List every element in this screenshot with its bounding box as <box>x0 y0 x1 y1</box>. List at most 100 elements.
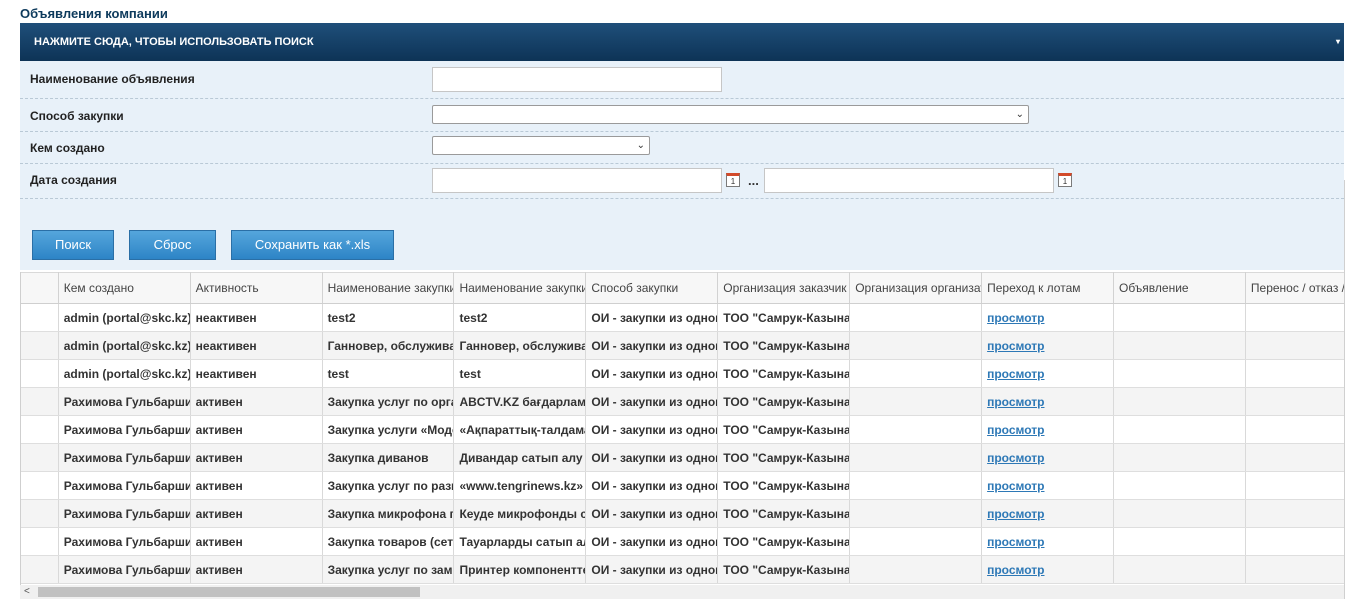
date-to-input[interactable] <box>764 168 1054 193</box>
name-input[interactable] <box>432 67 722 92</box>
table-cell: ТОО "Самрук-Казына Контракт" <box>717 527 851 556</box>
form-row-method: Способ закупки ⌄ <box>20 99 1344 132</box>
table-cell <box>1245 443 1344 472</box>
table-cell: неактивен <box>190 331 323 360</box>
view-lots-link[interactable]: просмотр <box>987 339 1044 353</box>
table-cell: Рахимова Гульбаршин <box>58 499 191 528</box>
column-header[interactable]: Способ закупки <box>585 272 719 304</box>
table-cell: Дивандар сатып алу <box>453 443 587 472</box>
date-from-input[interactable] <box>432 168 722 193</box>
creator-select[interactable]: ⌄ <box>432 136 650 155</box>
date-range-separator: ... <box>748 173 759 188</box>
lots-cell: просмотр <box>981 527 1114 556</box>
table-cell: test2 <box>453 303 587 332</box>
view-lots-link[interactable]: просмотр <box>987 451 1044 465</box>
column-header[interactable]: Организация заказчик <box>717 272 851 304</box>
form-row-date: Дата создания 1 ... 1 <box>20 164 1344 199</box>
view-lots-link[interactable]: просмотр <box>987 563 1044 577</box>
table-cell <box>849 471 983 500</box>
table-cell: ОИ - закупки из одного источника <box>585 359 719 388</box>
export-xls-button[interactable]: Сохранить как *.xls <box>231 230 394 260</box>
chevron-down-icon: ⌄ <box>636 140 645 151</box>
table-cell <box>21 303 59 332</box>
column-header[interactable]: Объявление <box>1113 272 1246 304</box>
table-row[interactable]: Рахимова Гульбаршин активен Закупка товаро… <box>21 527 1344 556</box>
table-cell <box>849 303 983 332</box>
table-row[interactable]: admin (portal@skc.kz) неактивен Ганновер, … <box>21 331 1344 360</box>
table-cell: ОИ - закупки из одного источника <box>585 555 719 584</box>
table-cell <box>1245 471 1344 500</box>
search-toggle-bar[interactable]: НАЖМИТЕ СЮДА, ЧТОБЫ ИСПОЛЬЗОВАТЬ ПОИСК ▾ <box>20 23 1344 61</box>
table-cell: test <box>322 359 455 388</box>
calendar-icon[interactable]: 1 <box>726 173 740 187</box>
view-lots-link[interactable]: просмотр <box>987 423 1044 437</box>
column-header[interactable]: Организация организатор <box>849 272 983 304</box>
table-row[interactable]: Рахимова Гульбаршин активен Закупка микроф… <box>21 499 1344 528</box>
table-cell <box>849 359 983 388</box>
table-cell: активен <box>190 415 323 444</box>
column-header[interactable]: Кем создано <box>58 272 191 304</box>
table-cell <box>1245 303 1344 332</box>
lots-cell: просмотр <box>981 415 1114 444</box>
table-cell: test <box>453 359 587 388</box>
table-cell <box>849 499 983 528</box>
table-row[interactable]: Рахимова Гульбаршин активен Закупка услуг … <box>21 387 1344 416</box>
search-toggle-label: НАЖМИТЕ СЮДА, ЧТОБЫ ИСПОЛЬЗОВАТЬ ПОИСК <box>34 36 314 48</box>
table-cell: ТОО "Самрук-Казына Контракт" <box>717 443 851 472</box>
results-table-container: Кем создано Активность Наименование заку… <box>20 272 1344 585</box>
table-cell: Кеуде микрофонды сатып алу <box>453 499 587 528</box>
table-cell: ТОО "Самрук-Казына Контракт" <box>717 555 851 584</box>
table-row[interactable]: admin (portal@skc.kz) неактивен test2 test2… <box>21 303 1344 332</box>
table-row[interactable]: Рахимова Гульбаршин активен Закупка услуги… <box>21 415 1344 444</box>
table-cell <box>1113 359 1246 388</box>
table-cell <box>1245 331 1344 360</box>
table-cell: ABCTV.KZ бағдарламасы <box>453 387 587 416</box>
table-cell <box>1113 555 1246 584</box>
table-cell: ОИ - закупки из одного источника <box>585 387 719 416</box>
column-header[interactable]: Наименование закупки <box>453 272 587 304</box>
table-cell: Закупка товаров (сетевое) <box>322 527 455 556</box>
table-cell: ТОО "Самрук-Казына Контракт" <box>717 331 851 360</box>
column-header[interactable]: Наименование закупки <box>322 272 455 304</box>
column-header[interactable]: Перенос / отказ / продление <box>1245 272 1344 304</box>
table-cell: ТОО "Самрук-Казына Контракт" <box>717 387 851 416</box>
table-cell <box>1113 415 1246 444</box>
lots-cell: просмотр <box>981 443 1114 472</box>
table-cell <box>1245 555 1344 584</box>
column-header[interactable] <box>21 272 59 304</box>
table-cell: «Ақпараттық-талдамалық <box>453 415 587 444</box>
calendar-icon[interactable]: 1 <box>1058 173 1072 187</box>
table-cell: Закупка услуг по размещению <box>322 471 455 500</box>
view-lots-link[interactable]: просмотр <box>987 507 1044 521</box>
table-cell <box>849 555 983 584</box>
reset-button[interactable]: Сброс <box>129 230 216 260</box>
table-row[interactable]: Рахимова Гульбаршин активен Закупка услуг … <box>21 471 1344 500</box>
column-header[interactable]: Переход к лотам <box>981 272 1114 304</box>
table-cell <box>849 415 983 444</box>
table-cell <box>849 331 983 360</box>
table-cell: ОИ - закупки из одного источника <box>585 527 719 556</box>
search-form: Наименование объявления Способ закупки ⌄… <box>20 61 1344 270</box>
horizontal-scrollbar[interactable]: < <box>20 585 1344 599</box>
view-lots-link[interactable]: просмотр <box>987 535 1044 549</box>
table-row[interactable]: Рахимова Гульбаршин активен Закупка услуг … <box>21 555 1344 584</box>
scrollbar-thumb[interactable] <box>38 587 420 597</box>
table-cell: ОИ - закупки из одного источника <box>585 303 719 332</box>
view-lots-link[interactable]: просмотр <box>987 479 1044 493</box>
search-button[interactable]: Поиск <box>32 230 114 260</box>
method-select[interactable]: ⌄ <box>432 105 1029 124</box>
table-header-row: Кем создано Активность Наименование заку… <box>21 272 1344 304</box>
table-cell: admin (portal@skc.kz) <box>58 303 191 332</box>
table-row[interactable]: admin (portal@skc.kz) неактивен test test ОИ… <box>21 359 1344 388</box>
table-row[interactable]: Рахимова Гульбаршин активен Закупка дивано… <box>21 443 1344 472</box>
column-header[interactable]: Активность <box>190 272 323 304</box>
table-cell <box>1113 387 1246 416</box>
table-cell: активен <box>190 527 323 556</box>
view-lots-link[interactable]: просмотр <box>987 367 1044 381</box>
table-cell <box>1245 499 1344 528</box>
view-lots-link[interactable]: просмотр <box>987 311 1044 325</box>
table-cell: Ганновер, обслуживание <box>453 331 587 360</box>
scroll-left-icon[interactable]: < <box>24 585 30 599</box>
table-cell: активен <box>190 499 323 528</box>
view-lots-link[interactable]: просмотр <box>987 395 1044 409</box>
